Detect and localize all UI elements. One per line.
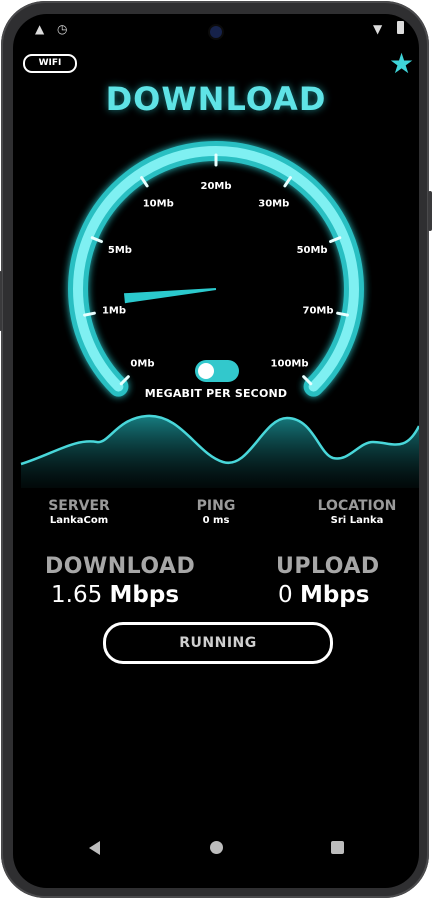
gauge-scale-label: 30Mb [258,199,289,210]
location-label: LOCATION [317,498,397,514]
upload-result: 0 Mbps [278,582,369,608]
toggle-knob [198,363,214,379]
gauge-scale-label: 100Mb [271,359,309,370]
gauge-tick [83,311,96,317]
gauge-scale-label: 50Mb [297,245,328,256]
server-value: LankaCom [49,515,109,526]
speed-wave-fill [21,415,419,488]
download-unit: Mbps [109,582,180,608]
gauge-needle [123,288,217,304]
ping-value: 0 ms [202,515,230,526]
download-result: 1.65 Mbps [51,582,179,608]
gauge-scale-label: 70Mb [302,305,333,316]
gauge-scale-label: 1Mb [102,305,126,316]
server-info: SERVER LankaCom [31,498,127,527]
back-icon[interactable] [89,841,100,855]
home-icon[interactable] [210,841,223,854]
download-number: 1.65 [51,582,103,608]
gauge-scale-labels: 0Mb 1Mb 5Mb 10Mb 20Mb 30Mb 50Mb 70Mb 100Mb [102,181,334,370]
running-button[interactable]: RUNNING [103,622,333,664]
gauge-tick [336,311,349,317]
unit-toggle[interactable] [195,360,239,382]
gauge-scale-label: 10Mb [143,199,174,210]
upload-unit: Mbps [299,582,370,608]
download-heading: DOWNLOAD [45,554,196,579]
speed-gauge: 0Mb 1Mb 5Mb 10Mb 20Mb 30Mb 50Mb 70Mb 100Mb [20,141,419,488]
needle-shape [123,288,217,304]
gauge-scale-label: 0Mb [130,359,154,370]
recents-icon[interactable] [331,841,344,854]
location-value: Sri Lanka [330,515,384,526]
server-label: SERVER [48,498,110,514]
upload-heading: UPLOAD [276,554,380,579]
ping-info: PING 0 ms [176,498,256,527]
app-screen: ▲ ◷ ▼ WIFI ★ DOWNLOAD 0Mb 1Mb 5Mb 10Mb 2… [13,14,419,888]
ping-label: PING [196,498,236,514]
gauge-scale-label: 20Mb [200,181,231,192]
phone-frame: ▲ ◷ ▼ WIFI ★ DOWNLOAD 0Mb 1Mb 5Mb 10Mb 2… [0,1,432,898]
volume-button [0,271,2,331]
unit-label: MEGABIT PER SECOND [144,387,288,400]
location-info: LOCATION Sri Lanka [307,498,407,527]
gauge-scale-label: 5Mb [108,245,132,256]
power-button [428,191,432,231]
upload-number: 0 [278,582,293,608]
